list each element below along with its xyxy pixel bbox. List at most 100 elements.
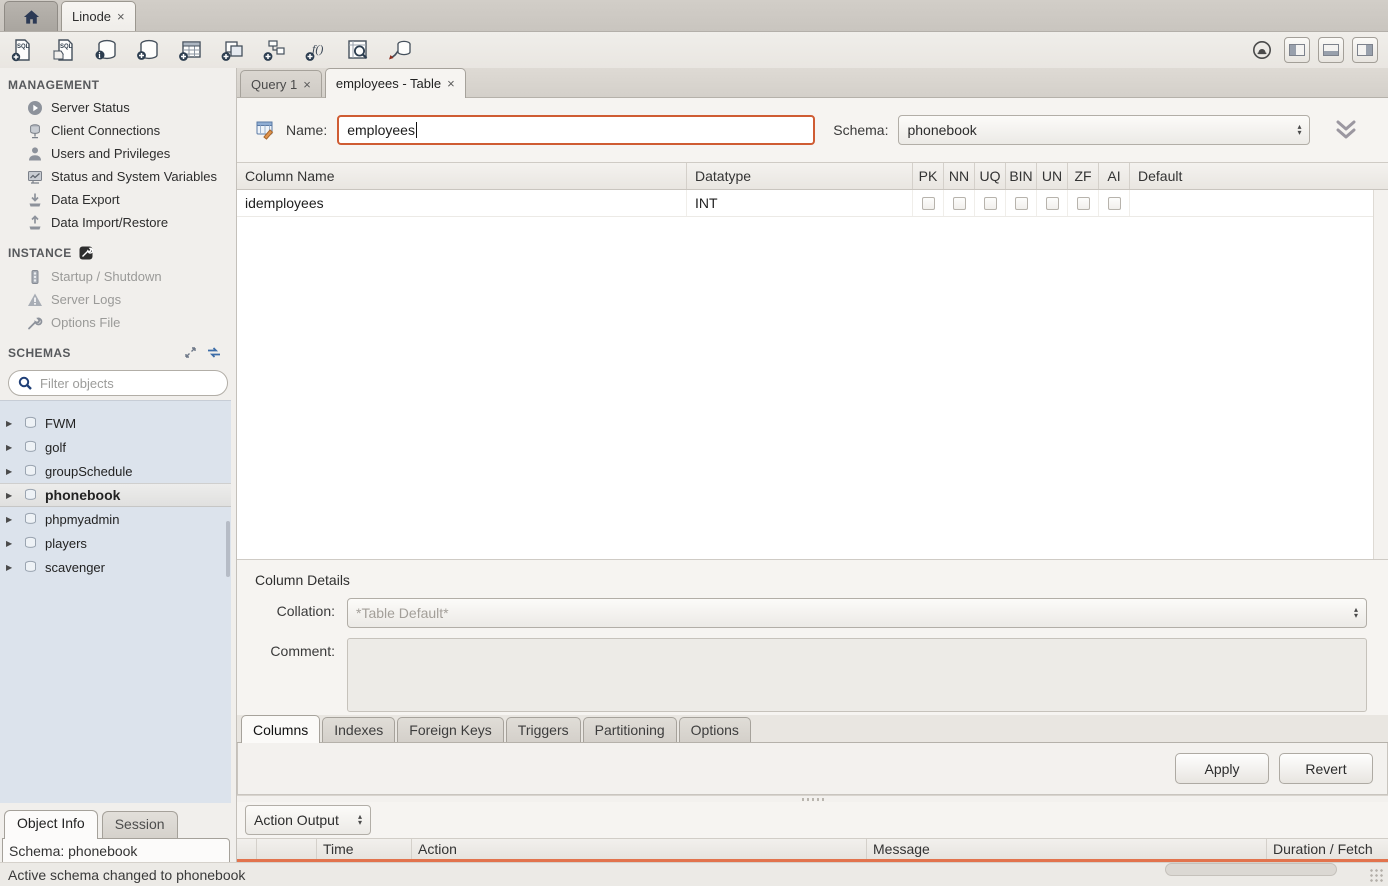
output-header-duration[interactable]: Duration / Fetch xyxy=(1267,839,1388,859)
create-schema-icon[interactable] xyxy=(134,36,162,64)
home-tab[interactable] xyxy=(4,1,58,31)
output-header-action[interactable]: Action xyxy=(412,839,867,859)
expander-icon[interactable]: ▶ xyxy=(6,419,16,428)
data-transfer-icon[interactable] xyxy=(386,36,414,64)
create-procedure-icon[interactable] xyxy=(260,36,288,64)
schema-name: phpmyadmin xyxy=(45,512,119,527)
schema-row-phpmyadmin[interactable]: ▶ phpmyadmin xyxy=(0,507,231,531)
close-icon[interactable]: × xyxy=(303,77,311,92)
schema-row-scavenger[interactable]: ▶ scavenger xyxy=(0,555,231,579)
mysql-workbench-window: Linode × SQL SQL i xyxy=(0,0,1388,886)
header-pk[interactable]: PK xyxy=(913,163,944,189)
output-type-select[interactable]: Action Output ▴▾ xyxy=(245,805,371,835)
expander-icon[interactable]: ▶ xyxy=(6,443,16,452)
uq-checkbox[interactable] xyxy=(984,197,997,210)
editor-tabstrip: Query 1 × employees - Table × xyxy=(237,68,1388,98)
sidebar-item-client-connections[interactable]: Client Connections xyxy=(0,119,236,142)
header-uq[interactable]: UQ xyxy=(975,163,1006,189)
tab-query-1[interactable]: Query 1 × xyxy=(240,70,322,97)
header-zf[interactable]: ZF xyxy=(1068,163,1099,189)
header-ai[interactable]: AI xyxy=(1099,163,1130,189)
schema-inspector-icon[interactable]: i xyxy=(92,36,120,64)
horizontal-splitter[interactable] xyxy=(237,795,1388,802)
header-datatype[interactable]: Datatype xyxy=(687,163,913,189)
beacon-icon[interactable] xyxy=(1248,36,1276,64)
schema-list-scrollbar[interactable] xyxy=(226,521,230,577)
output-horizontal-scrollbar[interactable] xyxy=(1165,863,1337,876)
table-name-input[interactable]: employees xyxy=(337,115,815,145)
window-resize-grip[interactable] xyxy=(1369,868,1385,883)
tab-employees-table[interactable]: employees - Table × xyxy=(325,68,466,98)
schema-icon xyxy=(22,487,39,504)
header-default[interactable]: Default xyxy=(1130,163,1388,189)
create-table-icon[interactable] xyxy=(176,36,204,64)
header-nn[interactable]: NN xyxy=(944,163,975,189)
zf-checkbox[interactable] xyxy=(1077,197,1090,210)
instance-section-title: INSTANCE xyxy=(0,234,236,265)
schema-row-golf[interactable]: ▶ golf xyxy=(0,435,231,459)
schema-row-phonebook[interactable]: ▶ phonebook xyxy=(0,483,231,507)
sidebar-item-startup-shutdown[interactable]: Startup / Shutdown xyxy=(0,265,236,288)
expander-icon[interactable]: ▶ xyxy=(6,467,16,476)
ai-checkbox-cell xyxy=(1099,190,1130,216)
create-view-icon[interactable] xyxy=(218,36,246,64)
toggle-bottom-panel-button[interactable] xyxy=(1318,37,1344,63)
table-search-icon[interactable] xyxy=(344,36,372,64)
collation-select[interactable]: *Table Default* ▴▾ xyxy=(347,598,1367,628)
close-icon[interactable]: × xyxy=(117,9,125,24)
subtab-options[interactable]: Options xyxy=(679,717,751,742)
nn-checkbox[interactable] xyxy=(953,197,966,210)
svg-text:SQL: SQL xyxy=(60,44,73,50)
revert-button[interactable]: Revert xyxy=(1279,753,1373,784)
cell-datatype[interactable]: INT xyxy=(687,190,913,216)
create-function-icon[interactable]: f() xyxy=(302,36,330,64)
subtab-indexes[interactable]: Indexes xyxy=(322,717,395,742)
tab-session[interactable]: Session xyxy=(102,811,178,839)
header-bin[interactable]: BIN xyxy=(1006,163,1037,189)
expander-icon[interactable]: ▶ xyxy=(6,539,16,548)
subtab-partitioning[interactable]: Partitioning xyxy=(583,717,677,742)
expand-schemas-icon[interactable] xyxy=(182,344,199,361)
ai-checkbox[interactable] xyxy=(1108,197,1121,210)
header-column-name[interactable]: Column Name xyxy=(237,163,687,189)
un-checkbox[interactable] xyxy=(1046,197,1059,210)
sidebar-item-server-status[interactable]: Server Status xyxy=(0,96,236,119)
open-sql-script-icon[interactable]: SQL xyxy=(50,36,78,64)
pk-checkbox[interactable] xyxy=(922,197,935,210)
subtab-triggers[interactable]: Triggers xyxy=(506,717,581,742)
toggle-left-panel-button[interactable] xyxy=(1284,37,1310,63)
apply-button[interactable]: Apply xyxy=(1175,753,1269,784)
subtab-columns[interactable]: Columns xyxy=(241,715,320,743)
schema-row-fwm[interactable]: ▶ FWM xyxy=(0,411,231,435)
column-row-idemployees[interactable]: idemployees INT xyxy=(237,190,1388,217)
refresh-schemas-icon[interactable] xyxy=(205,344,222,361)
close-icon[interactable]: × xyxy=(447,76,455,91)
bin-checkbox[interactable] xyxy=(1015,197,1028,210)
output-header-time[interactable]: Time xyxy=(317,839,412,859)
schema-filter-input[interactable] xyxy=(40,376,219,391)
sidebar-item-data-import-restore[interactable]: Data Import/Restore xyxy=(0,211,236,234)
toggle-right-panel-button[interactable] xyxy=(1352,37,1378,63)
schema-row-groupschedule[interactable]: ▶ groupSchedule xyxy=(0,459,231,483)
sidebar-item-status-system-variables[interactable]: Status and System Variables xyxy=(0,165,236,188)
expander-icon[interactable]: ▶ xyxy=(6,563,16,572)
expand-header-chevron-icon[interactable] xyxy=(1334,118,1358,142)
sidebar-item-data-export[interactable]: Data Export xyxy=(0,188,236,211)
tab-object-info[interactable]: Object Info xyxy=(4,810,98,839)
comment-textarea[interactable] xyxy=(347,638,1367,712)
new-sql-tab-icon[interactable]: SQL xyxy=(8,36,36,64)
expander-icon[interactable]: ▶ xyxy=(6,491,16,500)
sidebar-item-users-and-privileges[interactable]: Users and Privileges xyxy=(0,142,236,165)
output-header-message[interactable]: Message xyxy=(867,839,1267,859)
cell-default[interactable] xyxy=(1130,190,1388,216)
sidebar-item-server-logs[interactable]: Server Logs xyxy=(0,288,236,311)
schema-row-players[interactable]: ▶ players xyxy=(0,531,231,555)
cell-column-name[interactable]: idemployees xyxy=(237,190,687,216)
schema-select[interactable]: phonebook ▴▾ xyxy=(898,115,1310,145)
header-un[interactable]: UN xyxy=(1037,163,1068,189)
connection-tab-linode[interactable]: Linode × xyxy=(61,1,136,31)
grid-scrollbar-track[interactable] xyxy=(1373,190,1388,559)
expander-icon[interactable]: ▶ xyxy=(6,515,16,524)
subtab-foreign-keys[interactable]: Foreign Keys xyxy=(397,717,503,742)
sidebar-item-options-file[interactable]: Options File xyxy=(0,311,236,334)
